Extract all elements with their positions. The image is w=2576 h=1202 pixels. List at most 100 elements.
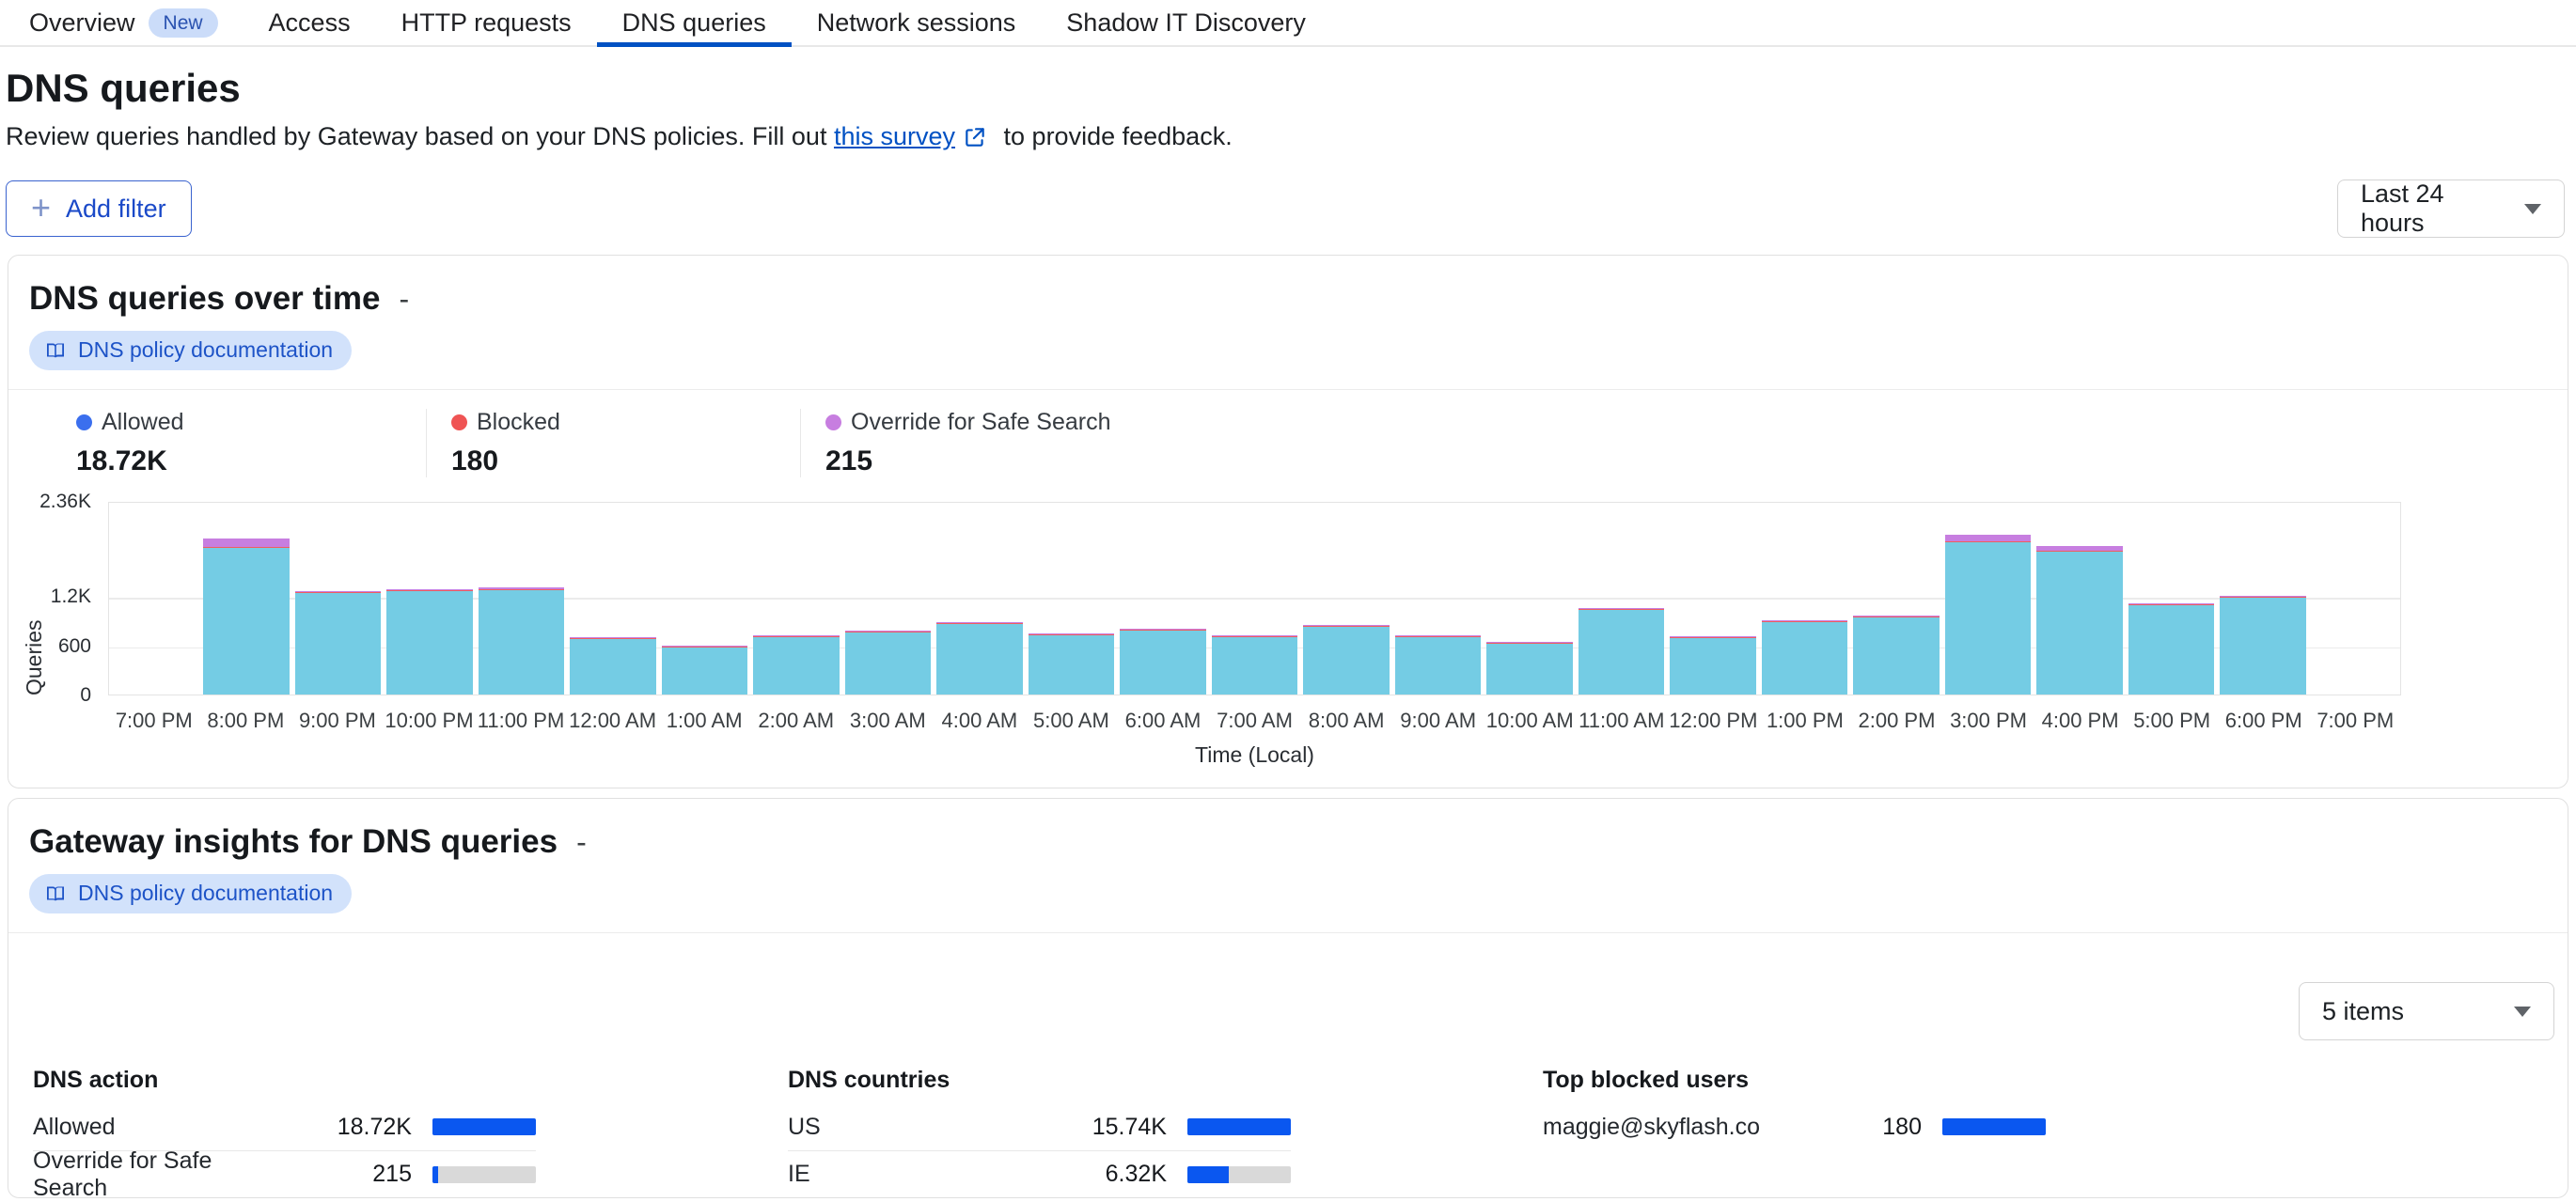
legend-value: 18.72K	[76, 445, 426, 477]
bar-1-00-pm-18	[1762, 501, 1847, 695]
bar-4-00-am-9	[936, 501, 1022, 695]
items-count-select[interactable]: 5 items	[2299, 982, 2554, 1040]
bar-segment-allowed	[1762, 622, 1847, 695]
x-axis-tick-11-00-pm: 11:00 PM	[475, 709, 567, 733]
x-axis-tick-8-00-pm: 8:00 PM	[200, 709, 292, 733]
bar-segment-allowed	[1120, 631, 1205, 695]
bar-1-00-am-6	[662, 501, 747, 695]
tab-overview[interactable]: OverviewNew	[4, 0, 243, 45]
insight-row-label: US	[788, 1114, 1045, 1141]
x-axis-tick-5-00-am: 5:00 AM	[1026, 709, 1118, 733]
bar-2-00-am-7	[753, 501, 839, 695]
legend-label-row: Allowed	[76, 409, 426, 436]
legend-label: Allowed	[102, 409, 184, 436]
x-axis-tick-8-00-am: 8:00 AM	[1300, 709, 1392, 733]
insight-row-override-for-safe-search[interactable]: Override for Safe Search215	[33, 1150, 536, 1197]
bar-3-00-am-8	[845, 501, 931, 695]
insight-row-us[interactable]: US15.74K	[788, 1103, 1291, 1150]
insight-row-value: 15.74K	[1045, 1114, 1167, 1141]
x-axis-tick-4-00-pm: 4:00 PM	[2034, 709, 2127, 733]
tab-network-sessions[interactable]: Network sessions	[792, 0, 1042, 45]
x-axis-tick-6-00-pm: 6:00 PM	[2218, 709, 2310, 733]
tab-label: Network sessions	[817, 8, 1016, 38]
insight-bar-fill	[432, 1118, 536, 1135]
insight-row-value: 180	[1799, 1114, 1922, 1141]
tab-access[interactable]: Access	[243, 0, 376, 45]
tab-label: Access	[269, 8, 351, 38]
bar-segment-allowed	[845, 632, 931, 695]
bar-10-00-am-15	[1486, 501, 1572, 695]
insight-column-top-blocked-users: Top blocked usersmaggie@skyflash.co180	[1543, 1067, 2046, 1197]
tab-label: Overview	[29, 8, 135, 38]
page-title: DNS queries	[6, 66, 2576, 111]
bar-segment-override-for-safe-search	[1945, 535, 2031, 541]
tab-label: Shadow IT Discovery	[1066, 8, 1306, 38]
x-axis-tick-11-00-am: 11:00 AM	[1576, 709, 1668, 733]
insight-row-maggie-skyflash-co[interactable]: maggie@skyflash.co180	[1543, 1103, 2046, 1150]
x-axis-tick-7-00-pm: 7:00 PM	[108, 709, 200, 733]
y-axis-tick-2-36k: 2.36K	[8, 492, 91, 512]
legend-label: Blocked	[477, 409, 560, 436]
chevron-down-icon	[2524, 204, 2541, 214]
add-filter-button[interactable]: + Add filter	[6, 180, 192, 237]
tab-label: DNS queries	[622, 8, 766, 38]
legend-dot-allowed	[76, 414, 92, 430]
survey-link[interactable]: this survey	[834, 122, 955, 151]
chart-plot-area	[108, 502, 2401, 695]
bar-segment-allowed	[1945, 542, 2031, 695]
bar-segment-allowed	[662, 648, 747, 695]
x-axis-tick-4-00-am: 4:00 AM	[934, 709, 1026, 733]
insight-row-ie[interactable]: IE6.32K	[788, 1150, 1291, 1197]
insight-bar-track	[1187, 1118, 1291, 1135]
insight-row-label: Allowed	[33, 1114, 290, 1141]
dns-queries-over-time-card: DNS queries over time - DNS policy docum…	[8, 255, 2568, 788]
x-axis-tick-7-00-pm: 7:00 PM	[2310, 709, 2402, 733]
collapse-toggle[interactable]: -	[573, 827, 590, 857]
bar-12-00-am-5	[570, 501, 655, 695]
dns-policy-doc-badge[interactable]: DNS policy documentation	[29, 331, 352, 370]
time-range-value: Last 24 hours	[2361, 180, 2498, 238]
x-axis-tick-5-00-pm: 5:00 PM	[2126, 709, 2218, 733]
tab-dns-queries[interactable]: DNS queries	[597, 0, 792, 45]
insight-row-value: 18.72K	[290, 1114, 412, 1141]
x-axis-tick-10-00-am: 10:00 AM	[1484, 709, 1576, 733]
legend-label-row: Blocked	[451, 409, 800, 436]
legend-dot-blocked	[451, 414, 467, 430]
insight-row-allowed[interactable]: Allowed18.72K	[33, 1103, 536, 1150]
page-header: DNS queries Review queries handled by Ga…	[6, 66, 2576, 151]
bar-segment-allowed	[1853, 617, 1939, 695]
x-axis-tick-2-00-am: 2:00 AM	[750, 709, 842, 733]
chevron-down-icon	[2514, 1007, 2531, 1017]
time-range-select[interactable]: Last 24 hours	[2337, 180, 2565, 238]
bar-3-00-pm-20	[1945, 501, 2031, 695]
dns-policy-doc-badge[interactable]: DNS policy documentation	[29, 874, 352, 913]
bar-segment-allowed	[2128, 605, 2214, 695]
legend-label-row: Override for Safe Search	[825, 409, 1174, 436]
collapse-toggle[interactable]: -	[395, 284, 413, 314]
external-link-icon	[963, 125, 987, 149]
x-axis-tick-9-00-pm: 9:00 PM	[291, 709, 384, 733]
tab-shadow-it-discovery[interactable]: Shadow IT Discovery	[1041, 0, 1331, 45]
insight-column-dns-action: DNS actionAllowed18.72KOverride for Safe…	[33, 1067, 536, 1197]
bar-9-00-am-14	[1395, 501, 1481, 695]
insight-bar-fill	[1187, 1118, 1291, 1135]
bar-segment-allowed	[570, 639, 655, 695]
bar-segment-allowed	[295, 593, 381, 695]
legend-value: 180	[451, 445, 800, 477]
insight-bar-fill	[432, 1166, 438, 1183]
queries-card-head: DNS queries over time - DNS policy docum…	[8, 256, 2568, 389]
x-axis-tick-9-00-am: 9:00 AM	[1392, 709, 1484, 733]
insight-row-label: IE	[788, 1161, 1045, 1188]
bar-segment-allowed	[386, 591, 472, 695]
tab-label: HTTP requests	[401, 8, 572, 38]
bar-11-00-am-16	[1579, 501, 1664, 695]
tab-http-requests[interactable]: HTTP requests	[376, 0, 597, 45]
bar-segment-allowed	[1395, 637, 1481, 695]
page-description: Review queries handled by Gateway based …	[6, 122, 2576, 151]
x-axis-title: Time (Local)	[108, 742, 2401, 768]
insight-column-dns-countries: DNS countriesUS15.74KIE6.32K	[788, 1067, 1291, 1197]
bar-segment-allowed	[1303, 627, 1389, 695]
items-count-value: 5 items	[2322, 997, 2404, 1026]
bar-segment-allowed	[936, 624, 1022, 695]
insight-row-value: 215	[290, 1161, 412, 1188]
